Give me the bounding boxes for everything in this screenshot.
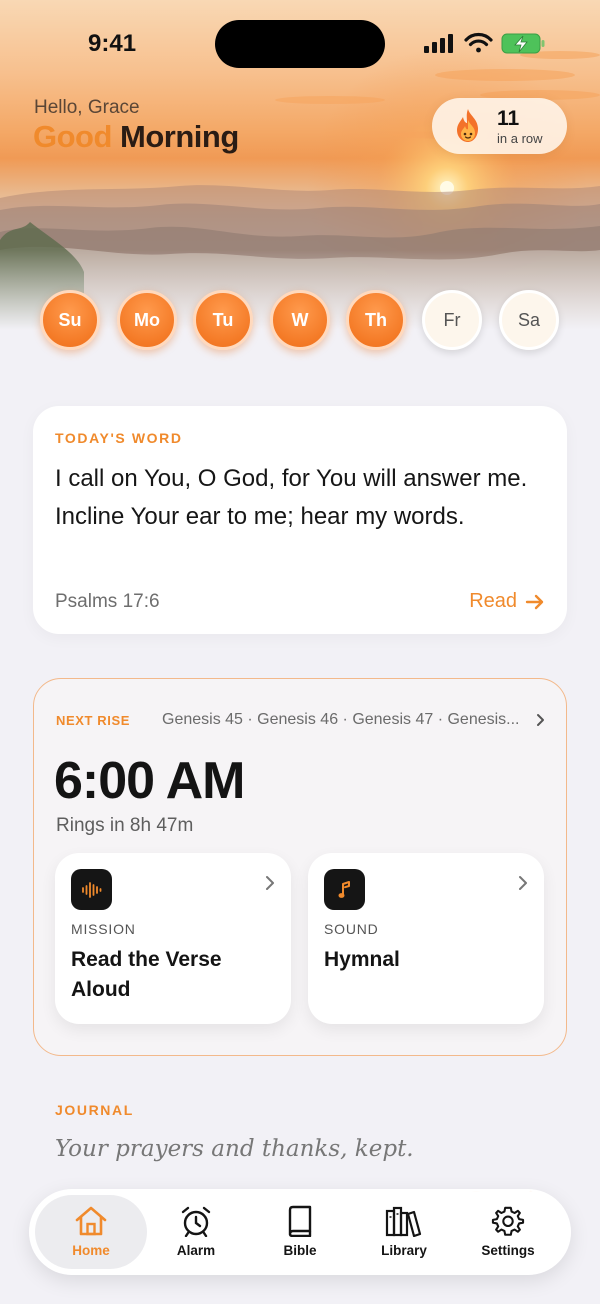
tab-library[interactable]: Library (348, 1195, 460, 1269)
gear-icon (491, 1206, 525, 1236)
tab-settings[interactable]: Settings (452, 1195, 564, 1269)
wifi-icon (464, 32, 493, 53)
reading-plan-text: Genesis 45 · Genesis 46 · Genesis 47 · G… (162, 711, 520, 728)
tab-bible[interactable]: Bible (244, 1195, 356, 1269)
book-icon (288, 1205, 312, 1237)
greeting-hello: Hello, Grace (34, 97, 140, 118)
week-progress: Su Mo Tu W Th Fr Sa (40, 290, 560, 352)
tab-alarm[interactable]: Alarm (140, 1195, 252, 1269)
library-icon (385, 1206, 422, 1237)
day-saturday[interactable]: Sa (499, 290, 559, 350)
tab-settings-label: Settings (481, 1243, 535, 1258)
next-rise-card: NEXT RISE Genesis 45 · Genesis 46 · Gene… (33, 678, 567, 1056)
music-note-icon (324, 869, 365, 910)
tab-alarm-label: Alarm (176, 1243, 216, 1258)
flame-icon (457, 109, 478, 142)
journal-prompt[interactable]: Your prayers and thanks, kept. (55, 1136, 414, 1162)
greeting-good: Good (33, 119, 112, 154)
waveform-icon (71, 869, 112, 910)
sound-tile[interactable]: SOUND Hymnal (308, 853, 544, 1024)
cellular-signal-icon (424, 34, 453, 53)
dynamic-island (215, 20, 385, 68)
mission-value: Read the Verse Aloud (71, 948, 222, 1001)
todays-word-card[interactable]: TODAY'S WORD I call on You, O God, for Y… (33, 406, 567, 634)
read-button[interactable]: Read (469, 590, 545, 613)
day-tuesday[interactable]: Tu (193, 290, 253, 350)
day-thursday[interactable]: Th (346, 290, 406, 350)
verse-reference: Psalms 17:6 (55, 591, 160, 612)
sound-value: Hymnal (324, 948, 400, 971)
chevron-right-icon (519, 876, 527, 890)
mission-tile[interactable]: MISSION Read the Verse Aloud (55, 853, 291, 1024)
home-icon (75, 1206, 107, 1236)
day-friday[interactable]: Fr (422, 290, 482, 350)
streak-label: in a row (497, 131, 543, 146)
tab-home[interactable]: Home (35, 1195, 147, 1269)
next-rise-label: NEXT RISE (56, 713, 131, 728)
greeting-title: Good Morning (33, 119, 239, 155)
alarm-clock-icon (181, 1206, 211, 1237)
read-label: Read (469, 590, 517, 612)
tab-bar: Home Alarm Bible Library Settings (29, 1189, 571, 1275)
tab-library-label: Library (381, 1243, 427, 1258)
chevron-right-icon (537, 714, 544, 726)
streak-count: 11 (497, 107, 520, 130)
arrow-right-icon (525, 594, 544, 609)
mission-label: MISSION (71, 921, 136, 937)
day-wednesday[interactable]: W (270, 290, 330, 350)
alarm-time[interactable]: 6:00 AM (54, 751, 245, 811)
rings-in-text: Rings in 8h 47m (56, 815, 194, 836)
greeting-morning: Morning (120, 119, 239, 154)
day-sunday[interactable]: Su (40, 290, 100, 350)
hero-sunrise: 9:41 Hello, Grace Good Morning 11 in a r… (0, 0, 600, 330)
verse-text: I call on You, O God, for You will answe… (55, 465, 528, 530)
chevron-right-icon (266, 876, 274, 890)
day-monday[interactable]: Mo (117, 290, 177, 350)
sound-label: SOUND (324, 921, 379, 937)
reading-plan-link[interactable]: Genesis 45 · Genesis 46 · Genesis 47 · G… (162, 711, 546, 729)
streak-badge[interactable]: 11 in a row (432, 98, 567, 154)
tab-home-label: Home (72, 1243, 110, 1258)
status-time: 9:41 (88, 30, 137, 57)
todays-word-label: TODAY'S WORD (55, 430, 183, 446)
tab-bible-label: Bible (283, 1243, 317, 1258)
battery-charging-icon (501, 33, 545, 54)
status-icons (424, 32, 545, 54)
journal-label: JOURNAL (55, 1102, 134, 1118)
